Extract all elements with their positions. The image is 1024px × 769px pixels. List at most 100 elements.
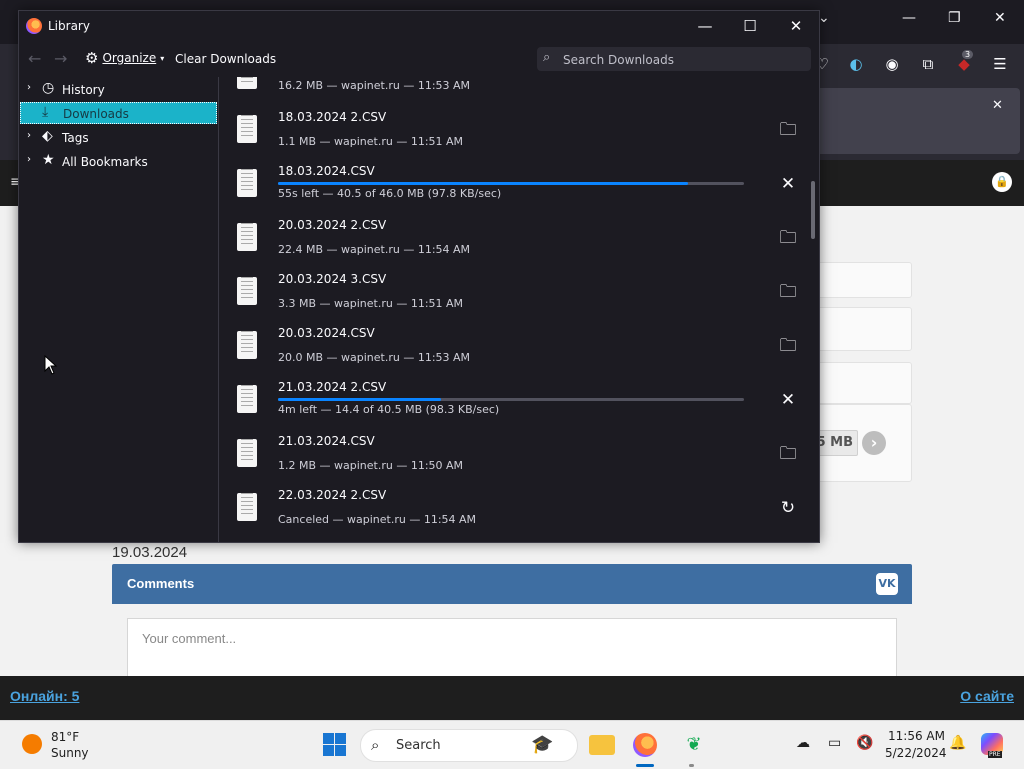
download-row[interactable]: 22.03.2024 2.CSV Canceled — wapinet.ru — … (219, 481, 799, 535)
open-folder-icon[interactable]: 🗀 (777, 119, 799, 141)
back-arrow-icon[interactable]: ← (28, 49, 41, 68)
weather-temperature[interactable]: 81°F (51, 730, 79, 744)
online-count-link[interactable]: Онлайн: 5 (10, 688, 79, 704)
download-filename: 20.03.2024 3.CSV (278, 272, 387, 286)
sidebar-item-downloads[interactable]: ⤓ Downloads (20, 102, 217, 124)
content-card (816, 307, 912, 351)
file-icon (237, 385, 257, 413)
library-titlebar: Library — ☐ ✕ (19, 11, 819, 42)
tag-icon: ⬖ (42, 128, 53, 144)
extensions-icon[interactable]: ⧉ (918, 54, 938, 74)
cancel-download-icon[interactable]: ✕ (777, 173, 799, 195)
site-footer: Онлайн: 5 О сайте (0, 676, 1024, 720)
file-icon (237, 331, 257, 359)
expand-chevron-icon[interactable]: › (27, 82, 31, 93)
minimize-button[interactable]: — (902, 10, 916, 26)
library-title: Library (48, 19, 90, 33)
graduation-cap-icon: 🎓 (531, 734, 554, 755)
open-folder-icon[interactable]: 🗀 (777, 335, 799, 357)
ublock-badge: 3 (962, 50, 974, 59)
sun-icon[interactable] (22, 734, 42, 754)
notification-close-icon[interactable]: ✕ (992, 98, 1003, 113)
vpn-extension-icon[interactable]: ◐ (846, 54, 866, 74)
library-close-button[interactable]: ✕ (781, 15, 811, 37)
comment-placeholder: Your comment... (142, 631, 237, 646)
open-folder-icon[interactable]: 🗀 (777, 443, 799, 465)
download-row[interactable]: 21.03.2024 2.CSV 4m left — 14.4 of 40.5 M… (219, 373, 799, 427)
download-status: 16.2 MB — wapinet.ru — 11:53 AM (278, 79, 471, 92)
forward-arrow-icon[interactable]: → (54, 49, 67, 68)
file-icon (237, 115, 257, 143)
download-row[interactable]: 20.03.2024.CSV 20.0 MB — wapinet.ru — 11:… (219, 319, 799, 373)
sidebar-item-tags[interactable]: › ⬖ Tags (20, 127, 217, 149)
content-card (816, 262, 912, 298)
mongodb-compass-icon[interactable]: ❦ (680, 731, 708, 759)
weather-description[interactable]: Sunny (51, 746, 89, 760)
download-filename: 21.03.2024 2.CSV (278, 380, 387, 394)
firefox-logo-icon (26, 18, 42, 34)
download-status: 20.0 MB — wapinet.ru — 11:53 AM (278, 351, 471, 364)
download-filename: 18.03.2024 2.CSV (278, 110, 387, 124)
clock-time[interactable]: 11:56 AM (888, 729, 945, 743)
download-filename: 20.03.2024.CSV (278, 326, 375, 340)
organize-button[interactable]: ⚙ Organize ▾ (85, 49, 164, 67)
clear-downloads-button[interactable]: Clear Downloads (175, 52, 276, 66)
download-row[interactable]: 16.2 MB — wapinet.ru — 11:53 AM (219, 77, 799, 103)
download-status: 22.4 MB — wapinet.ru — 11:54 AM (278, 243, 471, 256)
library-sidebar: › ◷ History ⤓ Downloads › ⬖ Tags › ★ All… (19, 77, 219, 542)
notification-bell-icon[interactable]: 🔔 (949, 735, 966, 751)
search-input[interactable] (561, 50, 805, 70)
search-box[interactable]: ⌕ (537, 47, 811, 71)
sidebar-item-label: Downloads (63, 107, 129, 121)
sidebar-item-history[interactable]: › ◷ History (20, 79, 217, 101)
windows-logo-icon (335, 733, 346, 744)
expand-chevron-icon[interactable]: › (27, 130, 31, 141)
open-folder-icon[interactable]: 🗀 (777, 281, 799, 303)
download-row[interactable]: 20.03.2024 3.CSV 3.3 MB — wapinet.ru — 11… (219, 265, 799, 319)
next-arrow-button[interactable]: › (862, 431, 886, 455)
windows-logo-icon (323, 745, 334, 756)
about-site-link[interactable]: О сайте (960, 688, 1014, 704)
start-button[interactable] (323, 733, 346, 756)
file-size-chip: 5 MB (814, 430, 858, 456)
library-window: Library — ☐ ✕ ← → ⚙ Organize ▾ Clear Dow… (18, 10, 820, 543)
download-progress-fill (278, 182, 689, 185)
scrollbar-thumb[interactable] (811, 181, 815, 239)
download-row[interactable]: 21.03.2024.CSV 1.2 MB — wapinet.ru — 11:5… (219, 427, 799, 481)
close-button[interactable]: ✕ (994, 10, 1006, 26)
comments-header: Comments VK (112, 564, 912, 604)
account-icon[interactable]: ◉ (882, 54, 902, 74)
copilot-preview-badge: PRE (988, 751, 1002, 758)
file-explorer-icon[interactable] (589, 735, 615, 755)
lock-icon[interactable]: 🔒 (992, 172, 1012, 192)
volume-muted-icon[interactable]: 🔇 (856, 735, 873, 751)
download-status: 1.1 MB — wapinet.ru — 11:51 AM (278, 135, 464, 148)
download-progress-fill (278, 398, 442, 401)
taskbar-search[interactable]: ⌕ Search 🎓 (360, 729, 578, 762)
vk-icon[interactable]: VK (876, 573, 898, 595)
download-row[interactable]: 18.03.2024 2.CSV 1.1 MB — wapinet.ru — 11… (219, 103, 799, 157)
open-folder-icon[interactable]: 🗀 (777, 227, 799, 249)
download-row[interactable]: 20.03.2024 2.CSV 22.4 MB — wapinet.ru — 1… (219, 211, 799, 265)
cancel-download-icon[interactable]: ✕ (777, 389, 799, 411)
sidebar-item-label: History (62, 83, 105, 97)
menu-icon[interactable]: ☰ (990, 54, 1010, 74)
retry-download-icon[interactable]: ↻ (777, 497, 799, 519)
expand-chevron-icon[interactable]: › (27, 154, 31, 165)
library-minimize-button[interactable]: — (690, 15, 720, 37)
library-maximize-button[interactable]: ☐ (735, 15, 765, 37)
post-date: 19.03.2024 (112, 544, 188, 561)
file-icon (237, 169, 257, 197)
download-row[interactable]: 18.03.2024.CSV 55s left — 40.5 of 46.0 MB… (219, 157, 799, 211)
windows-logo-icon (335, 745, 346, 756)
firefox-taskbar-icon[interactable] (633, 733, 657, 757)
onedrive-icon[interactable]: ☁ (796, 735, 810, 751)
network-icon[interactable]: ▭ (828, 735, 841, 751)
clock-icon: ◷ (42, 80, 55, 96)
clock-date[interactable]: 5/22/2024 (885, 746, 947, 760)
restore-button[interactable]: ❐ (948, 10, 961, 26)
sidebar-item-all-bookmarks[interactable]: › ★ All Bookmarks (20, 151, 217, 173)
download-filename: 22.03.2024 2.CSV (278, 488, 387, 502)
library-toolbar: ← → ⚙ Organize ▾ Clear Downloads ⌕ (19, 42, 819, 77)
download-progress-bar (278, 182, 744, 185)
